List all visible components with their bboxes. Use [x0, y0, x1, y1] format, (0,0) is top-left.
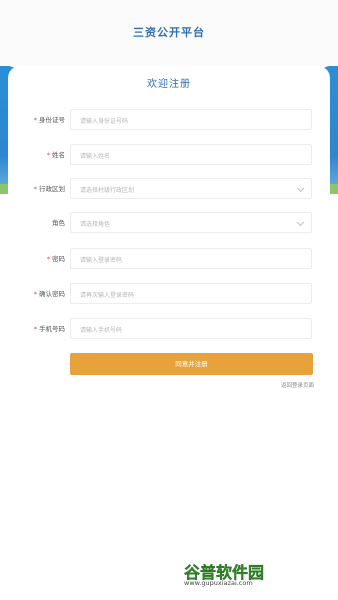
watermark-url: www.gupuxiazai.com — [184, 579, 253, 587]
field-label: * 身份证号 — [33, 116, 65, 124]
placeholder: 请输入身份证号码 — [80, 117, 129, 125]
form-row-role: 角色 请选择角色 — [8, 212, 330, 234]
role-select[interactable]: 请选择角色 — [70, 212, 312, 233]
phone-input[interactable]: 请输入手机号码 — [70, 318, 312, 339]
form-row-confirm-password: * 确认密码 请再次输入登录密码 — [8, 283, 330, 305]
field-label: * 密码 — [46, 255, 65, 263]
form-row-region: * 行政区划 请选择村级行政区划 — [8, 178, 330, 200]
placeholder: 请输入姓名 — [80, 152, 111, 160]
required-mark: * — [33, 185, 37, 193]
header: 三资公开平台 — [0, 0, 338, 66]
agree-and-register-button[interactable]: 同意并注册 — [70, 353, 313, 375]
card-title: 欢迎注册 — [147, 79, 191, 90]
placeholder: 请输入手机号码 — [80, 326, 123, 334]
required-mark: * — [46, 151, 50, 159]
placeholder: 请选择村级行政区划 — [80, 186, 135, 194]
required-mark: * — [33, 116, 37, 124]
field-label: * 行政区划 — [33, 185, 65, 193]
app-title: 三资公开平台 — [133, 26, 205, 39]
chevron-down-icon — [296, 184, 305, 193]
required-mark: * — [46, 255, 50, 263]
placeholder: 请再次输入登录密码 — [80, 291, 135, 299]
required-mark: * — [33, 325, 37, 333]
field-label: * 姓名 — [46, 151, 65, 159]
password-input[interactable]: 请输入登录密码 — [70, 248, 312, 269]
confirm-password-input[interactable]: 请再次输入登录密码 — [70, 283, 312, 304]
required-mark: * — [33, 290, 37, 298]
register-card: 欢迎注册 * 身份证号 请输入身份证号码 * 姓名 请输入姓名 * 行政区划 请选择村… — [8, 66, 330, 600]
back-to-login-link[interactable]: 返回登录页面 — [281, 381, 314, 389]
form-row-phone: * 手机号码 请输入手机号码 — [8, 318, 330, 340]
id-number-input[interactable]: 请输入身份证号码 — [70, 109, 312, 130]
field-label: * 手机号码 — [33, 325, 65, 333]
placeholder: 请输入登录密码 — [80, 256, 123, 264]
form-row-password: * 密码 请输入登录密码 — [8, 248, 330, 270]
field-label: * 确认密码 — [33, 290, 65, 298]
chevron-down-icon — [296, 218, 305, 227]
name-input[interactable]: 请输入姓名 — [70, 144, 312, 165]
placeholder: 请选择角色 — [80, 220, 111, 228]
field-label: 角色 — [52, 219, 65, 227]
watermark: 谷普软件园 www.gupuxiazai.com — [184, 556, 334, 590]
form-row-name: * 姓名 请输入姓名 — [8, 144, 330, 166]
region-select[interactable]: 请选择村级行政区划 — [70, 178, 312, 199]
form-row-id-number: * 身份证号 请输入身份证号码 — [8, 109, 330, 131]
